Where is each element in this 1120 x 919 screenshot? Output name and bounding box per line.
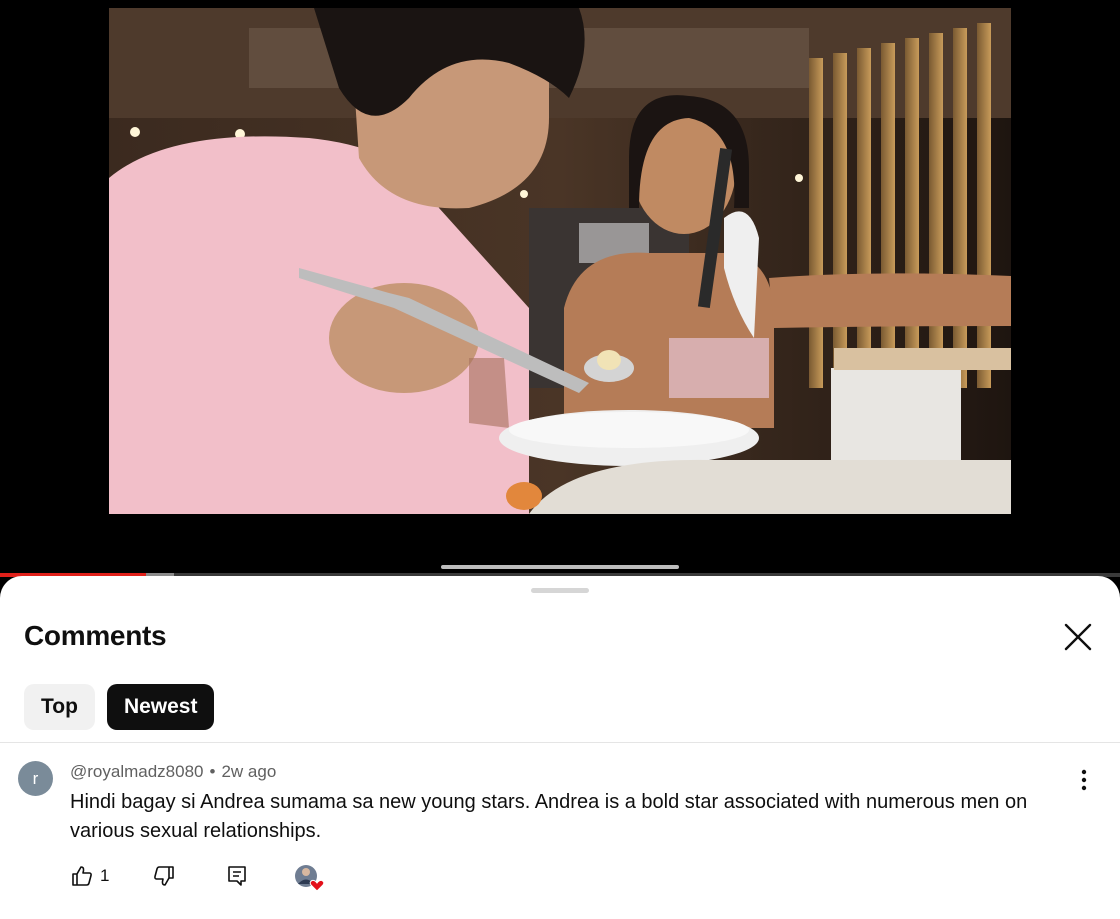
close-button[interactable] (1058, 617, 1098, 657)
comment-text: Hindi bagay si Andrea sumama sa new youn… (70, 791, 1028, 842)
comment-meta: @royalmadz8080 • 2w ago (70, 762, 276, 782)
creator-heart-badge (294, 864, 326, 892)
reply-button[interactable] (226, 864, 248, 888)
creator-heart-icon (295, 865, 325, 892)
sort-chip-newest[interactable]: Newest (106, 684, 215, 730)
panel-title: Comments (24, 620, 167, 651)
divider (0, 742, 1120, 743)
sort-chip-top[interactable]: Top (24, 684, 95, 730)
like-button[interactable]: 1 (70, 864, 109, 888)
video-player[interactable] (0, 0, 1120, 578)
meta-separator: • (209, 762, 216, 781)
seek-bar-handle[interactable] (441, 565, 679, 569)
video-still-image (109, 8, 1011, 514)
reply-icon (228, 866, 246, 886)
video-frame[interactable] (109, 8, 1011, 514)
sheet-drag-handle[interactable] (531, 588, 589, 593)
like-count: 1 (100, 866, 110, 885)
thumbs-down-icon (154, 866, 174, 886)
thumbs-up-icon (72, 866, 92, 886)
comment-time: 2w ago (221, 762, 277, 781)
close-icon (1064, 623, 1092, 651)
dislike-button[interactable] (152, 864, 176, 888)
avatar[interactable]: r (18, 761, 53, 796)
comments-panel: Comments Top Newest r @royalmadz8080 • 2w … (0, 576, 1120, 919)
sort-chips: Top Newest (24, 684, 215, 730)
comment-author[interactable]: @royalmadz8080 (70, 762, 204, 781)
